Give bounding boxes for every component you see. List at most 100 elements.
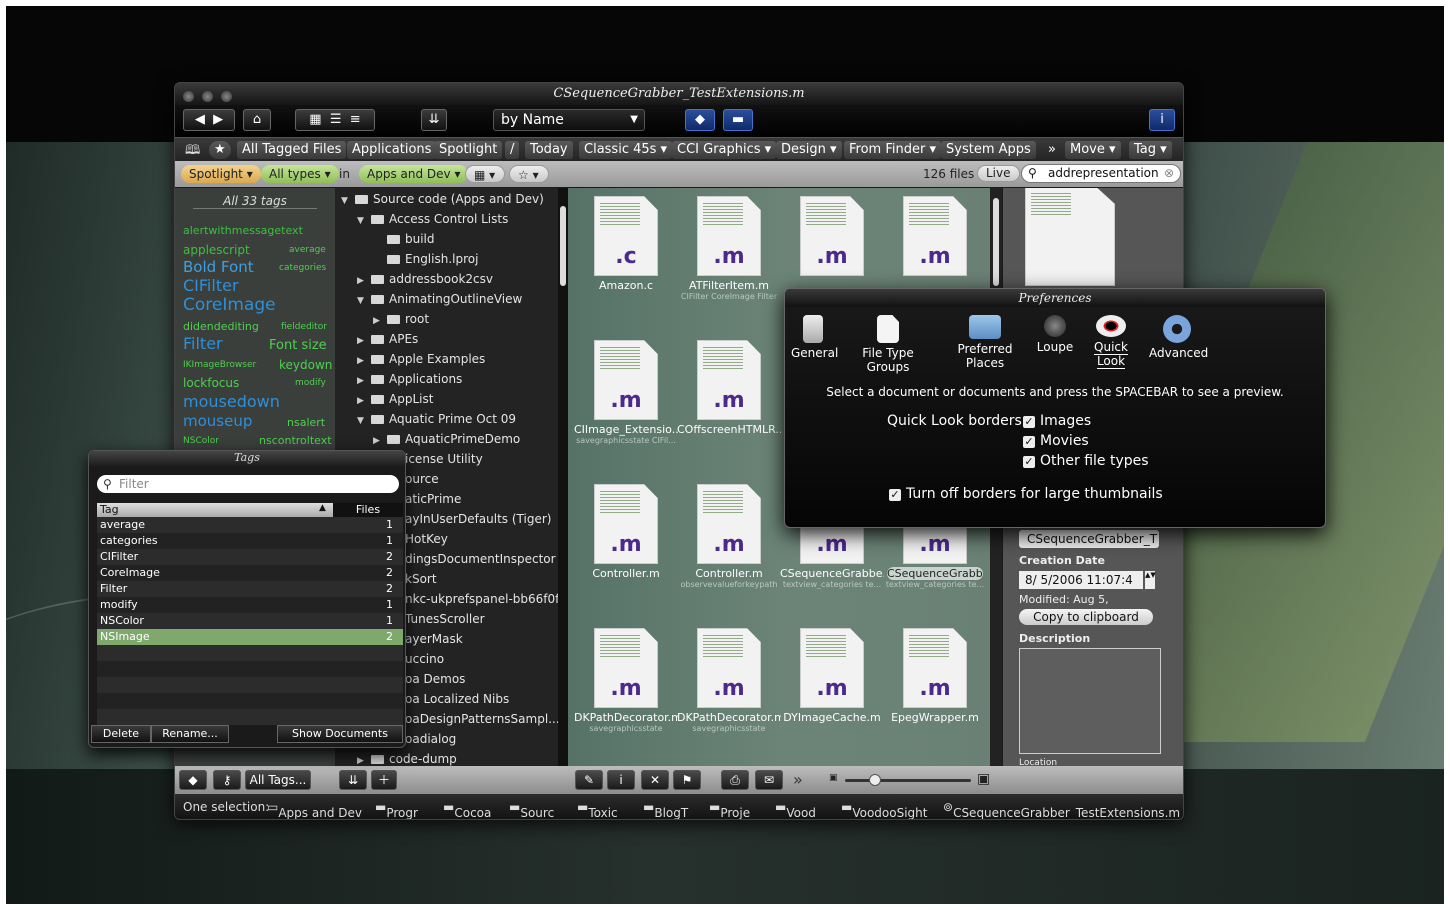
- sidebar-button[interactable]: ▬: [723, 109, 753, 131]
- path-source[interactable]: ▬ Sourc: [509, 800, 554, 819]
- tag-row[interactable]: [97, 693, 403, 709]
- file-tile[interactable]: .c Amazon.c: [574, 188, 678, 292]
- copy-to-clipboard-button[interactable]: Copy to clipboard: [1019, 609, 1153, 625]
- tree-scroll-thumb[interactable]: [560, 206, 566, 286]
- tag-cloud-tag[interactable]: fieldeditor: [281, 322, 327, 332]
- star-filter-popup[interactable]: ☆ ▾: [509, 165, 549, 183]
- disclosure-closed-icon[interactable]: ▶: [357, 331, 367, 351]
- path-progr[interactable]: ▬ Progr: [375, 800, 418, 819]
- disclosure-open-icon[interactable]: ▼: [357, 211, 367, 231]
- disclosure-open-icon[interactable]: ▼: [357, 411, 367, 431]
- fav-system-apps[interactable]: System Apps: [941, 141, 1036, 159]
- preferences-title[interactable]: Preferences: [785, 289, 1325, 307]
- creation-date-field[interactable]: 8/ 5/2006 11:07:4: [1019, 571, 1143, 589]
- more-favorites-icon[interactable]: »: [1043, 141, 1061, 159]
- tree-row[interactable]: ▶ addressbook2csv: [357, 269, 493, 289]
- tag-row[interactable]: [97, 677, 403, 693]
- file-tile[interactable]: .m CIImage_Extensio... savegraphicsstate C…: [574, 332, 678, 445]
- file-tile[interactable]: .m Controller.m: [574, 476, 678, 580]
- new-folder-button[interactable]: ＋: [371, 770, 397, 790]
- tag-row[interactable]: [97, 661, 403, 677]
- path-current-file[interactable]: ⊚ CSequenceGrabber_TestExtensions.m: [943, 800, 1180, 819]
- info-button[interactable]: i: [1149, 109, 1175, 131]
- tag-row[interactable]: modify 1: [97, 597, 403, 613]
- path-cocoa[interactable]: ▬ Cocoa: [443, 800, 491, 819]
- sort-order-button[interactable]: ⇊: [421, 109, 447, 131]
- disclosure-closed-icon[interactable]: ▶: [373, 431, 383, 451]
- tree-row[interactable]: ▶ AquaticPrimeDemo: [373, 429, 520, 449]
- tag-toggle-button[interactable]: ◆: [179, 770, 207, 790]
- tab-advanced[interactable]: Advanced: [1149, 315, 1208, 360]
- tree-row[interactable]: ▼ AnimatingOutlineView: [357, 289, 522, 309]
- disclosure-closed-icon[interactable]: ▶: [357, 751, 367, 766]
- tree-row[interactable]: ▶ Applications: [357, 369, 462, 389]
- disclosure-closed-icon[interactable]: ▶: [373, 311, 383, 331]
- images-checkbox[interactable]: ✓ Images: [1023, 413, 1091, 429]
- search-field[interactable]: ⚲ addrepresentation ⊗: [1021, 164, 1181, 183]
- get-info-button[interactable]: i: [607, 770, 635, 790]
- fav-today[interactable]: Today: [525, 141, 573, 159]
- path-apps-and-dev[interactable]: ▭ Apps and Dev: [267, 800, 362, 819]
- browser-scroll-thumb[interactable]: [993, 198, 999, 286]
- tree-row[interactable]: English.lproj: [373, 249, 478, 269]
- tag-row[interactable]: NSColor 1: [97, 613, 403, 629]
- path-proje[interactable]: ▬ Proje: [709, 800, 750, 819]
- rename-tag-button[interactable]: Rename...: [151, 725, 229, 743]
- other-file-types-checkbox[interactable]: ✓ Other file types: [1023, 453, 1149, 469]
- path-blog[interactable]: ▬ BlogT: [643, 800, 688, 819]
- tag-row[interactable]: Filter 2: [97, 581, 403, 597]
- tag-cloud-tag[interactable]: mouseup: [183, 412, 252, 430]
- disclosure-open-icon[interactable]: ▼: [341, 191, 351, 211]
- tree-row[interactable]: ▶ code-dump: [357, 749, 457, 766]
- disclosure-closed-icon[interactable]: ▶: [357, 271, 367, 291]
- tag-cloud-tag[interactable]: Font size: [269, 338, 327, 353]
- tree-scrollbar[interactable]: [558, 188, 568, 766]
- tag-row[interactable]: categories 1: [97, 533, 403, 549]
- edit-button[interactable]: ✎: [575, 770, 603, 790]
- email-button[interactable]: ✉: [755, 770, 783, 790]
- disclosure-closed-icon[interactable]: ▶: [357, 351, 367, 371]
- fav-design[interactable]: Design ▾: [776, 141, 842, 159]
- tag-row[interactable]: CIFilter 2: [97, 549, 403, 565]
- tag-filter-input[interactable]: ⚲ Filter: [97, 475, 399, 493]
- file-tile[interactable]: .m COffscreenHTMLR...: [677, 332, 781, 436]
- delete-button[interactable]: ✕: [641, 770, 669, 790]
- tag-cloud-tag[interactable]: keydown: [279, 358, 332, 372]
- disclosure-closed-icon[interactable]: ▶: [357, 391, 367, 411]
- tag-cloud-tag[interactable]: average: [289, 245, 326, 255]
- columns-popup[interactable]: ▦ ▾: [465, 165, 505, 183]
- movies-checkbox[interactable]: ✓ Movies: [1023, 433, 1089, 449]
- fav-spotlight[interactable]: Spotlight: [434, 141, 503, 159]
- sort-button[interactable]: ⇊: [339, 770, 367, 790]
- sort-by-popup[interactable]: by Name ▼: [493, 109, 645, 131]
- tab-loupe[interactable]: Loupe: [1035, 315, 1075, 354]
- tab-quick-look[interactable]: Quick Look: [1079, 315, 1143, 369]
- tree-row[interactable]: ▶ Apple Examples: [357, 349, 485, 369]
- tab-preferred-places[interactable]: Preferred Places: [941, 315, 1029, 370]
- date-stepper[interactable]: ▲▼: [1145, 571, 1156, 589]
- file-tile[interactable]: .m DKPathDecorator.m savegraphicsstate: [574, 620, 678, 733]
- move-menu[interactable]: Move ▾: [1065, 141, 1121, 159]
- tag-cloud-tag[interactable]: Bold Font: [183, 258, 254, 276]
- disclosure-open-icon[interactable]: ▼: [357, 291, 367, 311]
- tag-cloud-tag[interactable]: nsalert: [287, 416, 325, 429]
- tag-cloud-tag[interactable]: CIFilter: [183, 276, 239, 295]
- star-icon[interactable]: ★: [209, 141, 231, 159]
- tag-menu[interactable]: Tag ▾: [1129, 141, 1172, 159]
- view-mode-segments[interactable]: ▦ ☰ ≡: [295, 109, 375, 131]
- live-button[interactable]: Live: [977, 165, 1020, 182]
- file-tile[interactable]: .m EpegWrapper.m: [883, 620, 987, 724]
- file-tile[interactable]: .m DKPathDecorator.m savegraphicsstate: [677, 620, 781, 733]
- tag-button[interactable]: ◆: [685, 109, 715, 131]
- fav-classic-45s[interactable]: Classic 45s ▾: [579, 141, 673, 159]
- tag-row[interactable]: CoreImage 2: [97, 565, 403, 581]
- description-field[interactable]: [1019, 648, 1161, 754]
- disclosure-closed-icon[interactable]: ▶: [357, 371, 367, 391]
- types-popup[interactable]: All types ▾: [261, 165, 339, 183]
- clear-search-icon[interactable]: ⊗: [1164, 165, 1174, 182]
- tag-cloud-tag[interactable]: NSColor: [183, 436, 219, 446]
- file-tile[interactable]: .m DYImageCache.m: [780, 620, 884, 724]
- tag-row[interactable]: [97, 709, 403, 725]
- back-forward-button[interactable]: ◀ ▶: [183, 109, 235, 131]
- files-column-header[interactable]: Files: [333, 503, 403, 517]
